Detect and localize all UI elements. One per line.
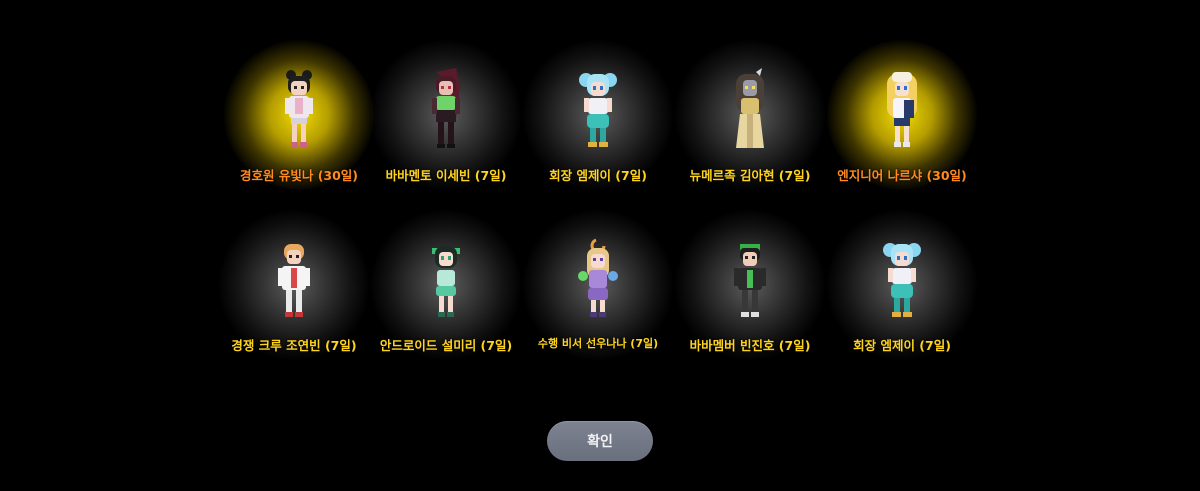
confirm-button[interactable]: 확인 xyxy=(547,421,653,461)
reward-card-4: 뉴메르족 김아현 (7일) xyxy=(675,40,825,190)
reward-label: 회장 엠제이 (7일) xyxy=(549,168,647,183)
character-joyeonbin-sprite xyxy=(278,244,310,317)
reward-card-3: 회장 엠제이 (7일) xyxy=(523,40,673,190)
reward-card-1: 경호원 유빛나 (30일) xyxy=(224,40,374,190)
reward-card-6: 경쟁 크루 조연빈 (7일) xyxy=(219,210,369,360)
reward-label: 엔지니어 나르샤 (30일) xyxy=(837,168,967,183)
reward-card-7: 안드로이드 설미리 (7일) xyxy=(371,210,521,360)
reward-label: 경호원 유빛나 (30일) xyxy=(239,168,359,183)
reward-label: 뉴메르족 김아현 (7일) xyxy=(689,168,811,183)
reward-label: 경쟁 크루 조연빈 (7일) xyxy=(231,338,357,353)
character-mj-sprite xyxy=(883,243,921,317)
reward-label: 수행 비서 선우나나 (7일) xyxy=(537,337,659,350)
reward-label: 안드로이드 설미리 (7일) xyxy=(379,338,513,353)
reward-label: 바바멤버 빈진호 (7일) xyxy=(689,338,811,353)
character-mj-sprite xyxy=(579,73,617,147)
reward-card-9: 바바멤버 빈진호 (7일) xyxy=(675,210,825,360)
character-narsha-sprite xyxy=(887,72,917,147)
character-yubitna-sprite xyxy=(285,70,313,147)
reward-card-10: 회장 엠제이 (7일) xyxy=(827,210,977,360)
reward-label: 바바멘토 이세빈 (7일) xyxy=(385,168,507,183)
character-seonwoonana-sprite xyxy=(578,238,618,317)
character-isebin-sprite xyxy=(432,68,460,148)
character-seolmiri-sprite xyxy=(432,246,460,317)
reward-card-2: 바바멘토 이세빈 (7일) xyxy=(371,40,521,190)
reward-label: 회장 엠제이 (7일) xyxy=(853,338,951,353)
reward-results-screen: 경호원 유빛나 (30일) 바바멘토 이세빈 (7일) 회장 엠제이 (7일) … xyxy=(0,0,1200,491)
character-kimahyun-sprite xyxy=(736,68,764,148)
reward-card-8: 수행 비서 선우나나 (7일) xyxy=(523,210,673,360)
character-binjinho-sprite xyxy=(734,244,766,317)
reward-card-5: 엔지니어 나르샤 (30일) xyxy=(827,40,977,190)
